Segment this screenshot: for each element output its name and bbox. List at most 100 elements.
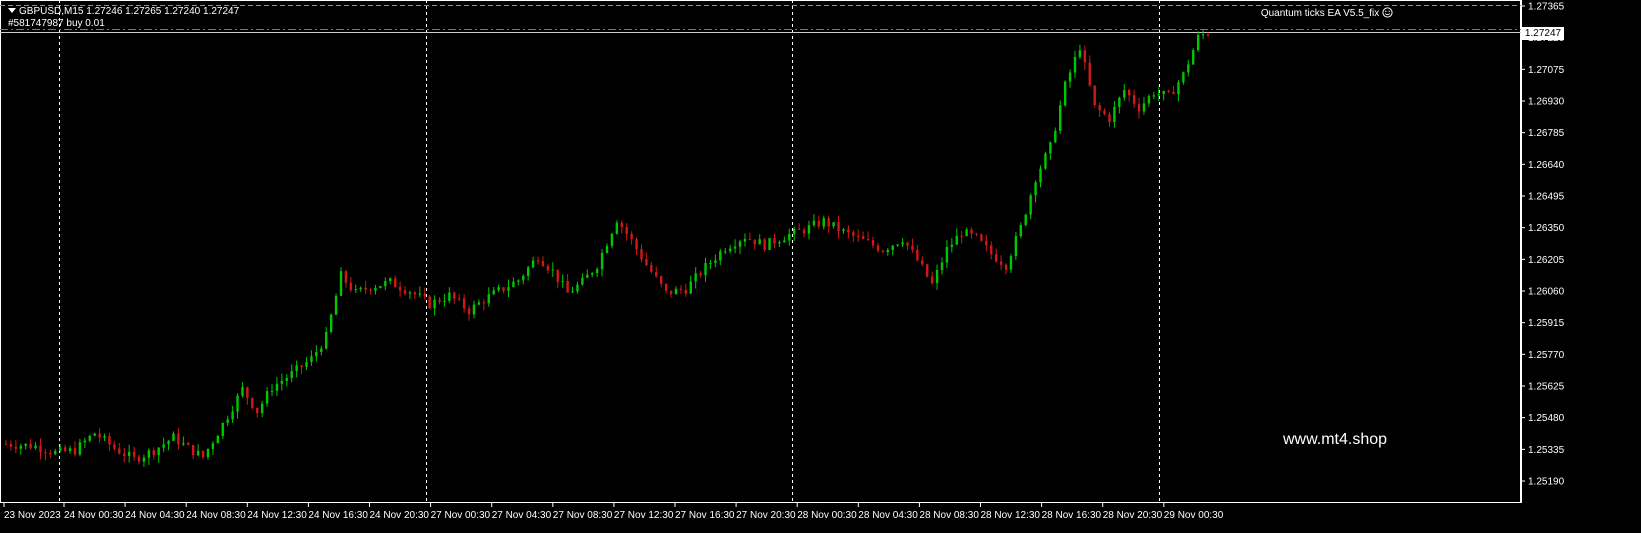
candle: [1142, 97, 1146, 115]
price-tick-label: 1.26060: [1528, 287, 1565, 298]
candle: [206, 448, 210, 460]
candle: [724, 247, 727, 255]
candle: [645, 252, 648, 267]
candle: [807, 220, 811, 240]
time-axis[interactable]: 23 Nov 2023 24 Nov 00:30 24 Nov 04:30 24 No…: [0, 503, 1521, 528]
candle: [251, 397, 254, 410]
candle: [659, 275, 663, 288]
candle: [226, 415, 229, 427]
candle: [507, 279, 510, 298]
chart-area[interactable]: GBPUSD,M15 1.27246 1.27265 1.27240 1.272…: [0, 0, 1521, 503]
candle: [921, 256, 924, 267]
candle: [265, 387, 269, 407]
candle: [443, 293, 446, 307]
candle: [1078, 44, 1082, 60]
candle: [428, 294, 431, 310]
candle: [137, 454, 141, 465]
candle: [113, 441, 116, 451]
candle: [714, 254, 717, 268]
time-tick-label: 24 Nov 04:30: [125, 510, 185, 521]
candle: [861, 231, 865, 240]
price-tick-label: 1.26640: [1528, 160, 1565, 171]
candle: [54, 448, 57, 456]
candle: [985, 234, 988, 252]
candle: [546, 263, 550, 274]
candle: [832, 222, 835, 229]
candle: [778, 240, 781, 248]
price-axis[interactable]: 1.273651.272201.270751.269301.267851.266…: [1521, 0, 1641, 503]
candle: [551, 262, 555, 277]
candle: [930, 271, 934, 285]
candle: [162, 437, 165, 453]
candle: [49, 449, 52, 459]
candle: [891, 244, 894, 256]
candle: [398, 281, 402, 297]
candle: [1049, 141, 1052, 160]
time-tick-label: 24 Nov 00:30: [64, 510, 124, 521]
candle: [389, 277, 392, 285]
candle: [935, 264, 939, 290]
smiley-icon[interactable]: [1382, 7, 1393, 18]
candle: [433, 295, 436, 316]
candle: [763, 237, 766, 253]
price-tick-label: 1.27365: [1528, 2, 1565, 13]
candle: [743, 233, 747, 247]
time-tick-label: 27 Nov 08:30: [553, 510, 613, 521]
price-scale[interactable]: 1.273651.272201.270751.269301.267851.266…: [1521, 0, 1641, 503]
price-tick-label: 1.26205: [1528, 255, 1565, 266]
candle: [783, 236, 786, 243]
candle: [586, 269, 589, 278]
candle: [1068, 69, 1072, 88]
ea-label[interactable]: Quantum ticks EA V5.5_fix: [1261, 7, 1393, 19]
candle: [300, 364, 303, 375]
candle: [911, 238, 914, 253]
candle: [655, 266, 658, 278]
candle: [1147, 94, 1151, 107]
price-tick-label: 1.25480: [1528, 413, 1565, 424]
candle: [1113, 101, 1116, 128]
candle: [906, 241, 909, 251]
candle: [625, 223, 628, 241]
candle: [970, 227, 973, 239]
candle: [1172, 85, 1175, 95]
candle: [123, 447, 126, 463]
symbol-header[interactable]: GBPUSD,M15 1.27246 1.27265 1.27240 1.272…: [8, 6, 239, 17]
candle: [191, 444, 195, 460]
candle: [1083, 45, 1087, 70]
candle: [187, 441, 190, 446]
candle: [453, 291, 456, 304]
candle: [566, 274, 569, 293]
candle: [704, 257, 707, 282]
candle: [231, 405, 234, 423]
candle: [999, 255, 1003, 270]
candle: [4, 439, 8, 445]
time-scale[interactable]: 23 Nov 2023 24 Nov 00:30 24 Nov 04:30 24 No…: [0, 503, 1521, 528]
candle: [674, 286, 678, 295]
candle: [315, 345, 318, 362]
time-tick-label: 27 Nov 04:30: [492, 510, 552, 521]
candle: [152, 447, 155, 460]
candle: [374, 284, 377, 295]
candle: [462, 294, 466, 313]
time-tick-label: 24 Nov 08:30: [186, 510, 246, 521]
candle: [664, 283, 668, 294]
candle: [768, 237, 771, 251]
candle: [24, 443, 27, 450]
candle: [270, 383, 274, 397]
candle: [630, 231, 633, 245]
price-chart[interactable]: [0, 0, 1521, 503]
candle: [576, 281, 579, 294]
time-tick-label: 23 Nov 2023: [4, 510, 61, 521]
candle: [359, 286, 362, 292]
candle: [950, 238, 954, 253]
candle: [610, 232, 614, 249]
candle: [423, 287, 426, 300]
candle: [1093, 85, 1096, 108]
triangle-down-icon[interactable]: [8, 8, 16, 13]
candle: [600, 248, 604, 277]
candle: [295, 360, 298, 378]
candle: [620, 220, 623, 234]
candle: [955, 228, 958, 245]
time-tick-label: 29 Nov 00:30: [1164, 510, 1224, 521]
candle: [1073, 50, 1077, 78]
